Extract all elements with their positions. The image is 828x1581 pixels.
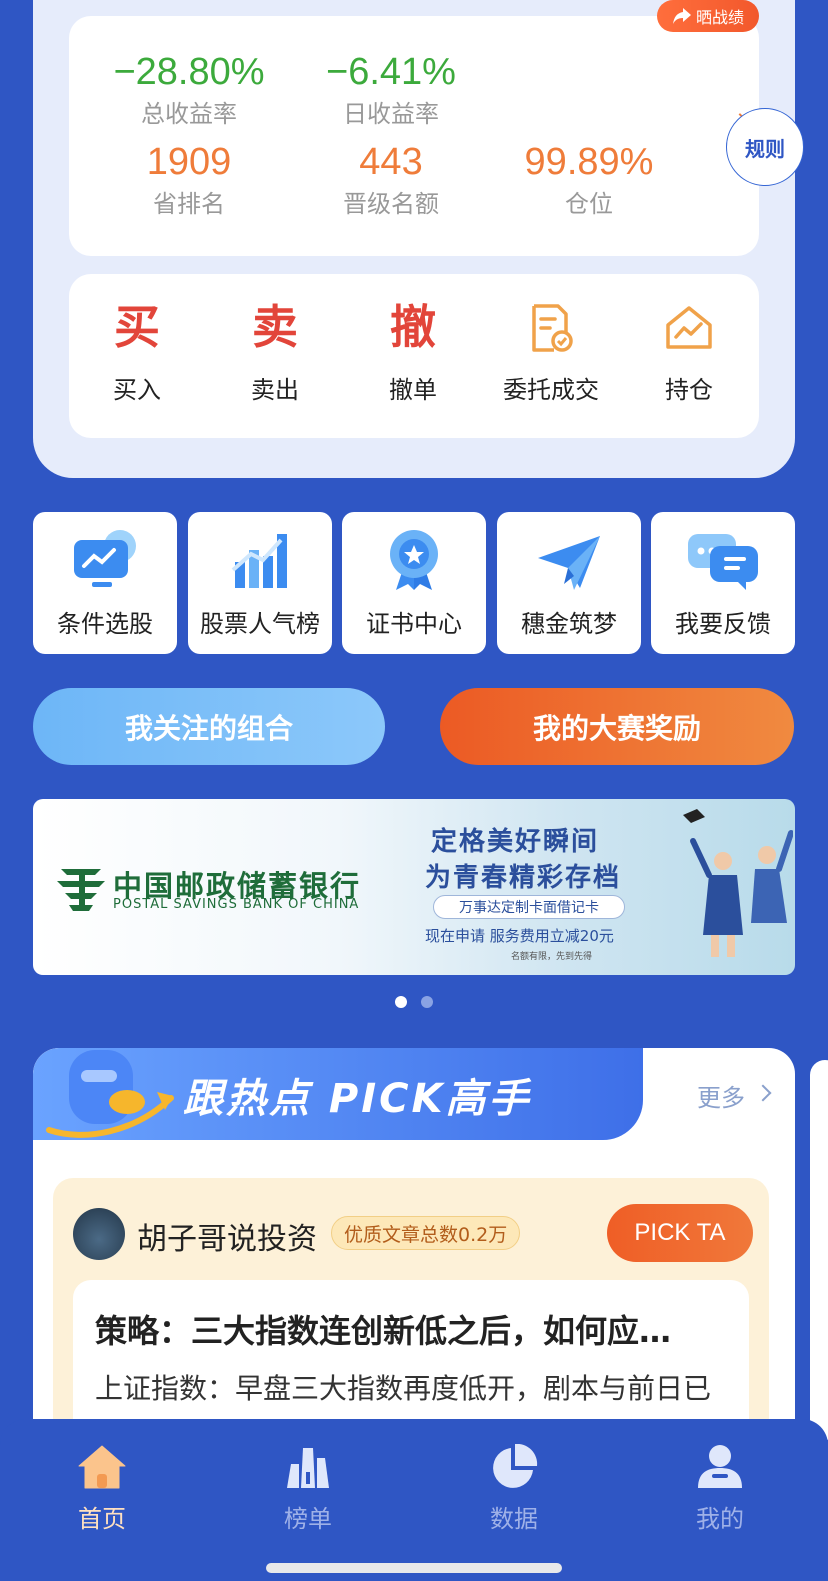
avatar[interactable] [73,1208,125,1260]
promotion-quota-value: 443 [359,141,423,183]
province-rank-stat: 1909 省排名 [89,140,289,222]
buy-icon: 买 [114,300,160,354]
banner-card-tag: 万事达定制卡面借记卡 [433,895,625,919]
promotion-quota-stat: 443 晋级名额 [291,140,491,222]
expert-post-card[interactable]: 胡子哥说投资 优质文章总数0.2万 PICK TA 策略：三大指数连创新低之后，… [53,1178,769,1428]
holdings-label: 持仓 [665,376,713,404]
buy-label: 买入 [113,376,161,404]
suijin-dream-tool[interactable]: 穗金筑梦 [497,512,641,654]
tab-home-label: 首页 [78,1505,126,1533]
total-return-label: 总收益率 [141,100,237,128]
certificate-center-label: 证书中心 [366,610,462,638]
orders-button[interactable]: 委托成交 [491,298,611,405]
medal-icon [342,512,486,592]
ranking-icon [248,1439,368,1495]
banner-headline-2: 为青春精彩存档 [425,863,622,893]
feedback-tool[interactable]: 我要反馈 [651,512,795,654]
chevron-right-icon[interactable] [754,1084,772,1102]
sell-button[interactable]: 卖 卖出 [215,298,335,405]
banner-note: 名额有限，先到先得 [511,952,593,962]
certificate-center-tool[interactable]: 证书中心 [342,512,486,654]
order-document-icon [491,298,611,358]
pick-expert-section: 跟热点 PICK高手 更多 胡子哥说投资 优质文章总数0.2万 PICK TA … [33,1048,795,1428]
position-label: 仓位 [565,190,613,218]
daily-return-value: −6.41% [326,51,456,93]
tab-data-label: 数据 [490,1505,538,1533]
article-title: 策略：三大指数连创新低之后，如何应… [95,1312,672,1350]
promotion-quota-label: 晋级名额 [343,190,439,218]
share-results-button[interactable]: 晒战绩 [657,0,759,32]
promo-banner[interactable]: 中国邮政储蓄银行 POSTAL SAVINGS BANK OF CHINA 定格… [33,799,795,975]
author-name[interactable]: 胡子哥说投资 [137,1214,317,1258]
more-link[interactable]: 更多 [697,1078,745,1113]
share-arrow-icon [672,8,691,24]
tab-ranking[interactable]: 榜单 [248,1439,368,1534]
sell-label: 卖出 [251,376,299,404]
pie-chart-icon [454,1439,574,1495]
holdings-button[interactable]: 持仓 [629,298,749,405]
stats-card: 晒战绩 −28.80% 总收益率 −6.41% 日收益率 1909 省排名 44… [69,0,759,256]
holdings-house-icon [629,298,749,358]
bar-chart-icon [188,512,332,592]
author-article-count-badge: 优质文章总数0.2万 [331,1216,521,1250]
postal-bank-logo-icon [57,869,105,911]
tab-ranking-label: 榜单 [284,1505,332,1533]
tab-home[interactable]: 首页 [42,1439,162,1534]
pick-title: 跟热点 PICK高手 [183,1076,532,1122]
tab-mine-label: 我的 [696,1505,744,1533]
next-card-peek [810,1060,828,1440]
banner-headline-1: 定格美好瞬间 [431,827,600,857]
orders-label: 委托成交 [503,376,599,404]
cancel-order-icon: 撤 [390,300,436,354]
article-preview[interactable]: 策略：三大指数连创新低之后，如何应… 上证指数：早盘三大指数再度低开，剧本与前日… [73,1280,749,1428]
feedback-label: 我要反馈 [675,610,771,638]
total-return-stat: −28.80% 总收益率 [89,50,289,132]
bank-name-en: POSTAL SAVINGS BANK OF CHINA [113,897,360,912]
graduates-illustration [683,809,793,957]
pick-header: 跟热点 PICK高手 [33,1048,643,1140]
cancel-order-label: 撤单 [389,376,437,404]
buy-button[interactable]: 买 买入 [77,298,197,405]
stock-screener-label: 条件选股 [57,610,153,638]
trade-actions-card: 买 买入 卖 卖出 撤 撤单 委托成交 持仓 [69,274,759,438]
suijin-dream-label: 穗金筑梦 [521,610,617,638]
position-value: 99.89% [524,141,654,183]
daily-return-label: 日收益率 [343,100,439,128]
home-icon [42,1439,162,1495]
province-rank-label: 省排名 [153,190,225,218]
monitor-chart-icon [33,512,177,592]
total-return-value: −28.80% [113,51,265,93]
rules-button[interactable]: 规则 [726,108,804,186]
sell-icon: 卖 [252,300,298,354]
user-icon [660,1439,780,1495]
pick-mascot-icon [46,1050,174,1138]
tab-mine[interactable]: 我的 [660,1439,780,1534]
share-label: 晒战绩 [695,8,744,27]
stock-popularity-tool[interactable]: 股票人气榜 [188,512,332,654]
paper-plane-icon [497,512,641,592]
cancel-order-button[interactable]: 撤 撤单 [353,298,473,405]
carousel-dot[interactable] [395,996,407,1008]
position-stat: 99.89% 仓位 [489,140,689,222]
province-rank-value: 1909 [146,141,232,183]
my-rewards-button[interactable]: 我的大赛奖励 [440,688,794,765]
pick-ta-button[interactable]: PICK TA [607,1204,753,1262]
chat-bubble-icon [651,512,795,592]
account-summary-panel: 晒战绩 −28.80% 总收益率 −6.41% 日收益率 1909 省排名 44… [33,0,795,478]
stock-screener-tool[interactable]: 条件选股 [33,512,177,654]
carousel-dots [395,996,433,1008]
carousel-dot[interactable] [421,996,433,1008]
stock-popularity-label: 股票人气榜 [200,610,320,638]
daily-return-stat: −6.41% 日收益率 [291,50,491,132]
banner-offer: 现在申请 服务费用立减20元 [425,927,614,945]
followed-portfolio-button[interactable]: 我关注的组合 [33,688,385,765]
home-indicator [266,1563,562,1573]
bottom-tab-bar: 首页 榜单 数据 我的 [0,1419,828,1581]
tab-data[interactable]: 数据 [454,1439,574,1534]
